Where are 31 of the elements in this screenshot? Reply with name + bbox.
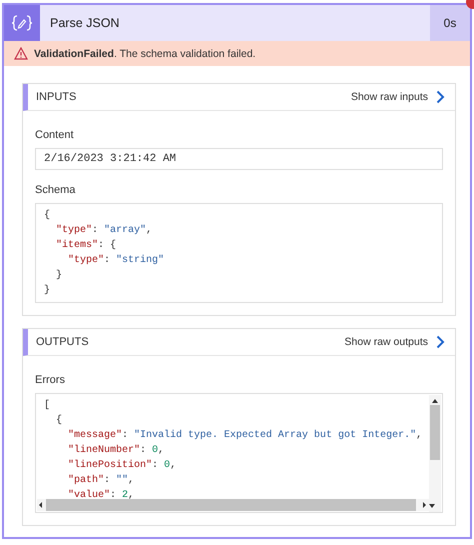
- code-line: "items": {: [55, 238, 116, 253]
- code-line: "path": "",: [67, 474, 134, 488]
- content-field[interactable]: 2/16/2023 3:21:42 AM: [35, 148, 443, 170]
- panel-title: OUTPUTS: [36, 336, 89, 348]
- code-line: [: [44, 398, 50, 413]
- code-line: }: [55, 268, 62, 283]
- code-line: {: [55, 414, 62, 428]
- code-line: "linePosition": 0,: [67, 458, 176, 473]
- warning-icon: [14, 47, 28, 60]
- json-icon: [4, 5, 40, 41]
- code-field[interactable]: [ { "message": "Invalid type. Expected Array but got Integer.", "lineNumber": 0, "linePosition": 0, "path": "", "value": 2,: [35, 393, 443, 513]
- chevron-icon: [436, 335, 445, 349]
- duration-label: 0s: [430, 5, 470, 41]
- code-field[interactable]: { "type": "array", "items": { "type": "string" } }: [35, 203, 443, 303]
- code-line: "lineNumber": 0,: [67, 444, 164, 458]
- code-line: {: [44, 208, 50, 223]
- error-message: ValidationFailed. The schema validation failed.: [34, 48, 256, 60]
- code-line: "message": "Invalid type. Expected Array but got Integer.",: [67, 428, 422, 443]
- field-label: Schema: [35, 184, 76, 196]
- code-line: }: [44, 284, 50, 298]
- field-label: Errors: [35, 374, 66, 386]
- code-line: "type": "array",: [55, 224, 152, 238]
- show-raw-link[interactable]: Show raw outputs: [344, 335, 445, 349]
- chevron-icon: [436, 90, 445, 104]
- vertical-scrollbar[interactable]: [429, 395, 441, 512]
- field-label: Content: [35, 129, 75, 141]
- action-title: Parse JSON: [49, 15, 120, 32]
- code-line: "type": "string": [67, 254, 164, 268]
- code-line: "value": 2,: [67, 488, 134, 503]
- show-raw-link[interactable]: Show raw inputs: [350, 90, 445, 104]
- panel-title: INPUTS: [36, 91, 76, 103]
